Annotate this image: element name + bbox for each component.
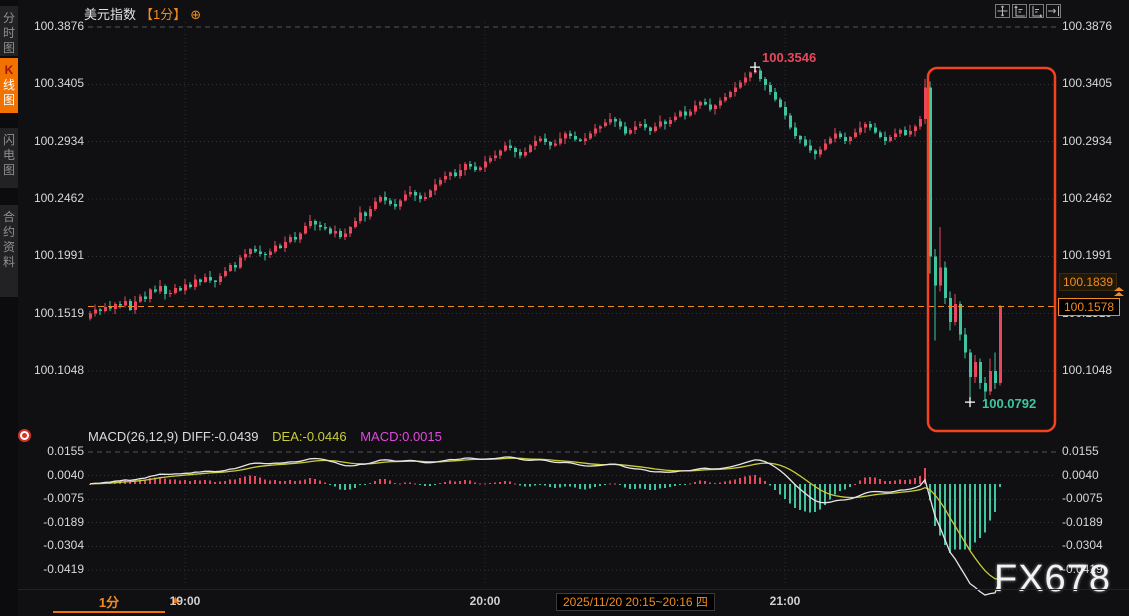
zoom-x-axis-button[interactable]	[1029, 4, 1044, 18]
left-axis-tick: 100.1991	[33, 248, 84, 262]
instrument-name: 美元指数	[84, 7, 137, 22]
pan-button[interactable]	[995, 4, 1010, 18]
time-axis-tick: 20:00	[469, 594, 501, 608]
price-marker-icon	[1114, 287, 1125, 297]
interval-selector[interactable]: 1分	[53, 592, 165, 613]
time-axis-tick: 21:00	[769, 594, 801, 608]
right-axis-tick: 0.0155	[1062, 444, 1099, 458]
right-axis-tick: 100.2934	[1062, 134, 1113, 148]
sidebar-tab-label: 分时图	[2, 11, 15, 55]
sidebar-tab-label: 合约资料	[2, 210, 15, 269]
time-axis-bar: 1分 ▲ 2025/11/20 20:15~20:16 四 19:00 20:00…	[0, 589, 1129, 616]
right-axis-tick: 100.3876	[1062, 19, 1113, 33]
macd-hist-value: MACD:0.0015	[360, 429, 442, 444]
left-axis-tick: 100.1048	[33, 363, 84, 377]
chart-app: 分时图 K线图 闪电图 合约资料 美元指数 【1分】 ⊕ 100.3876 100.3…	[0, 0, 1129, 616]
low-price-label: 100.0792	[982, 396, 1037, 412]
indicator-bullseye-icon	[18, 429, 31, 442]
left-axis-tick: 100.3876	[33, 19, 84, 33]
left-axis-tick: 0.0040	[47, 468, 84, 482]
sidebar-tab-lightning-chart[interactable]: 闪电图	[0, 128, 18, 188]
macd-header: MACD(26,12,9) DIFF:-0.0439 DEA:-0.0446 M…	[88, 429, 442, 444]
x-axis-scale-icon	[1032, 6, 1043, 17]
macd-params: MACD(26,12,9)	[88, 429, 179, 444]
left-axis-tick: -0.0075	[43, 491, 84, 505]
left-axis-tick: 0.0155	[47, 444, 84, 458]
macd-diff-value: DIFF:-0.0439	[181, 429, 259, 444]
pan-icon	[997, 5, 1008, 17]
arrow-to-bar-icon	[1048, 6, 1059, 16]
sidebar-tab-kline-chart[interactable]: K线图	[0, 58, 18, 113]
right-axis-tick: -0.0075	[1062, 491, 1103, 505]
indicator-settings-icon[interactable]: ⊕	[190, 7, 201, 22]
last-price-badge: 100.1578	[1058, 298, 1120, 316]
right-axis-tick: -0.0304	[1062, 538, 1103, 552]
right-axis-tick: 100.2462	[1062, 191, 1113, 205]
high-price-label: 100.3546	[762, 50, 817, 66]
right-axis-tick: 0.0040	[1062, 468, 1099, 482]
selected-time-range-label: 2025/11/20 20:15~20:16 四	[556, 593, 715, 611]
interval-tag: 【1分】	[140, 7, 187, 22]
right-axis-tick: 100.1048	[1062, 363, 1113, 377]
time-axis-tick: 19:00	[169, 594, 201, 608]
jump-to-latest-button[interactable]	[1046, 4, 1061, 18]
sidebar-tab-time-chart[interactable]: 分时图	[0, 6, 18, 56]
left-axis-tick: -0.0189	[43, 515, 84, 529]
chart-canvas[interactable]	[0, 0, 1129, 616]
sidebar-tab-label: K	[4, 63, 14, 77]
sidebar-tab-contract-info[interactable]: 合约资料	[0, 205, 18, 297]
sidebar-tab-label: 闪电图	[2, 133, 15, 177]
right-axis-tick: 100.3405	[1062, 76, 1113, 90]
left-axis-tick: 100.3405	[33, 76, 84, 90]
sidebar: 分时图 K线图 闪电图 合约资料	[0, 0, 18, 616]
right-axis-tick: -0.0189	[1062, 515, 1103, 529]
sidebar-tab-label: 线图	[2, 78, 15, 107]
right-axis-tick: 100.1991	[1062, 248, 1113, 262]
left-axis-tick: 100.2462	[33, 191, 84, 205]
left-axis-tick: -0.0419	[43, 562, 84, 576]
left-axis-tick: -0.0304	[43, 538, 84, 552]
reference-price-badge: 100.1839	[1059, 273, 1117, 291]
macd-dea-value: DEA:-0.0446	[272, 429, 347, 444]
left-axis-tick: 100.2934	[33, 134, 84, 148]
zoom-y-axis-button[interactable]	[1012, 4, 1027, 18]
y-axis-scale-icon	[1014, 5, 1025, 17]
chart-title: 美元指数 【1分】 ⊕	[84, 4, 201, 23]
chart-toolbar	[995, 4, 1061, 18]
left-axis-tick: 100.1519	[33, 306, 84, 320]
